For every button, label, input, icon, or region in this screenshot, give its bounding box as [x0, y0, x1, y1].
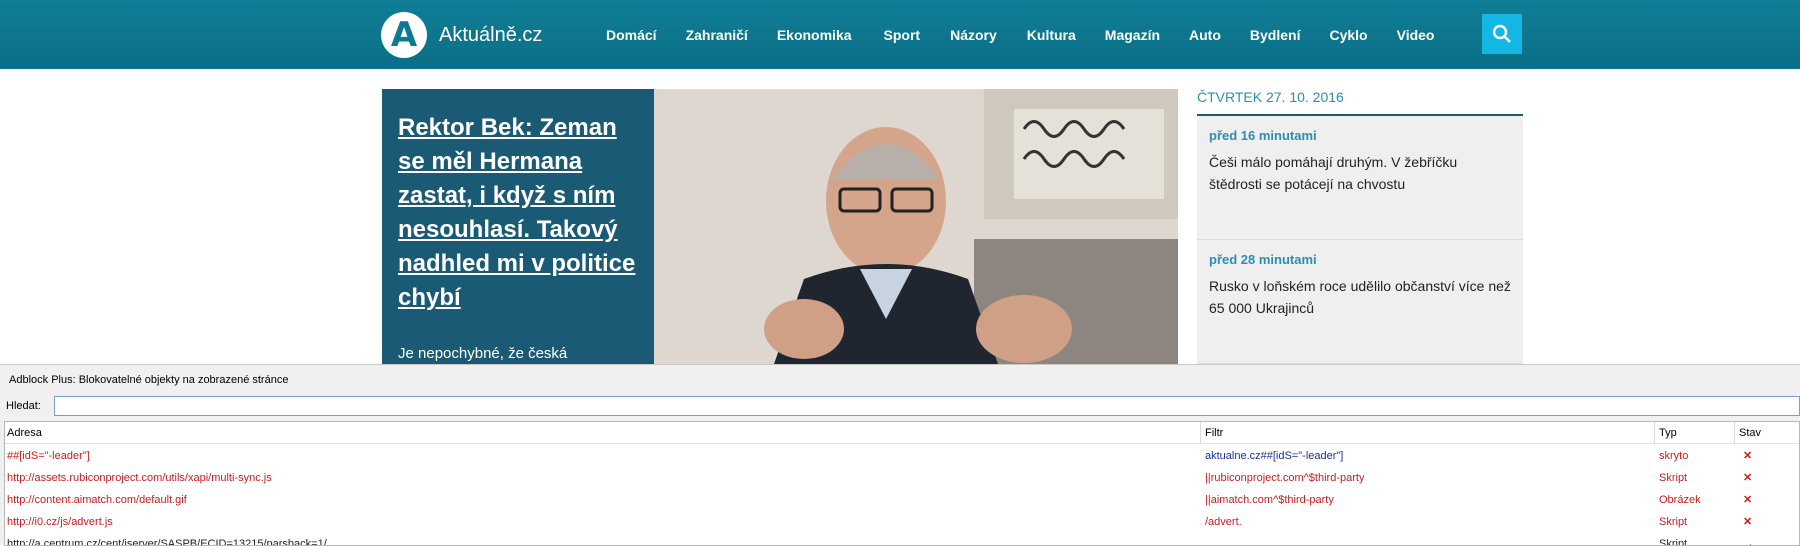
hero-photo[interactable] [654, 89, 1178, 364]
blocked-icon: ✕ [1743, 472, 1753, 484]
table-header: Adresa Filtr Typ Stav [5, 422, 1799, 444]
nav-item-magazin[interactable]: Magazín [1105, 27, 1160, 43]
adblock-panel: Adblock Plus: Blokovatelné objekty na zo… [0, 364, 1800, 546]
blockable-items-table[interactable]: Adresa Filtr Typ Stav ##[idS="-leader"] … [4, 421, 1800, 546]
search-input[interactable] [54, 396, 1800, 416]
column-header-filter[interactable]: Filtr [1203, 422, 1655, 444]
row-filter: ||aimatch.com^$third-party [1205, 494, 1334, 506]
row-filter: ||rubiconproject.com^$third-party [1205, 472, 1365, 484]
row-address: http://i0.cz/js/advert.js [7, 516, 113, 528]
row-address: http://content.aimatch.com/default.gif [7, 494, 187, 506]
search-button[interactable] [1482, 14, 1522, 54]
adblock-panel-title: Adblock Plus: Blokovatelné objekty na zo… [9, 374, 289, 386]
row-filter: aktualne.cz##[idS="-leader"] [1205, 450, 1344, 462]
main-nav: Domácí Zahraničí Ekonomika Sport Názory … [606, 0, 1434, 69]
row-filter: /advert. [1205, 516, 1242, 528]
search-icon [1492, 24, 1511, 43]
blocked-icon: ✕ [1743, 516, 1753, 528]
nav-item-cyklo[interactable]: Cyklo [1329, 27, 1367, 43]
nav-item-nazory[interactable]: Názory [950, 27, 997, 43]
news-title[interactable]: Rusko v loňském roce udělilo občanství v… [1209, 275, 1511, 319]
row-type: Obrázek [1659, 494, 1701, 506]
nav-item-auto[interactable]: Auto [1189, 27, 1221, 43]
nav-item-bydleni[interactable]: Bydlení [1250, 27, 1301, 43]
table-row[interactable]: http://assets.rubiconproject.com/utils/x… [5, 467, 1799, 489]
row-type: Skript [1659, 516, 1688, 528]
row-address: http://a.centrum.cz/cent/iserver/SASPB/E… [7, 538, 327, 546]
nav-item-video[interactable]: Video [1397, 27, 1435, 43]
news-title[interactable]: Češi málo pomáhají druhým. V žebříčku št… [1209, 151, 1511, 195]
hero-perex: Je nepochybné, že česká [398, 345, 568, 362]
column-header-address[interactable]: Adresa [5, 422, 1201, 444]
nav-item-zahranici[interactable]: Zahraničí [686, 27, 748, 43]
table-row[interactable]: ##[idS="-leader"] aktualne.cz##[idS="-le… [5, 445, 1799, 467]
news-item[interactable]: před 28 minutami Rusko v loňském roce ud… [1197, 240, 1523, 364]
arrow-icon: → [1743, 538, 1754, 546]
hero-photo-illustration [654, 89, 1178, 364]
column-header-type[interactable]: Typ [1657, 422, 1735, 444]
hero-text-panel: Rektor Bek: Zeman se měl Hermana zastat,… [382, 89, 654, 364]
row-type: Skript [1659, 472, 1688, 484]
nav-item-sport[interactable]: Sport [884, 27, 921, 43]
nav-item-kultura[interactable]: Kultura [1027, 27, 1076, 43]
column-header-status[interactable]: Stav [1737, 422, 1799, 444]
site-name: Aktuálně.cz [439, 23, 543, 46]
hero-article[interactable]: Rektor Bek: Zeman se měl Hermana zastat,… [382, 89, 1178, 364]
logo-icon: A [381, 12, 427, 58]
hero-headline[interactable]: Rektor Bek: Zeman se měl Hermana zastat,… [398, 111, 640, 315]
news-time: před 28 minutami [1209, 252, 1317, 267]
table-row[interactable]: http://i0.cz/js/advert.js /advert. Skrip… [5, 511, 1799, 533]
nav-item-domaci[interactable]: Domácí [606, 27, 657, 43]
blocked-icon: ✕ [1743, 450, 1753, 462]
news-time: před 16 minutami [1209, 128, 1317, 143]
row-type: skryto [1659, 450, 1689, 462]
site-logo[interactable]: A Aktuálně.cz [381, 12, 542, 58]
row-address: http://assets.rubiconproject.com/utils/x… [7, 472, 272, 484]
search-label: Hledat: [6, 400, 41, 412]
row-address: ##[idS="-leader"] [7, 450, 90, 462]
nav-item-ekonomika[interactable]: Ekonomika [777, 27, 852, 43]
blocked-icon: ✕ [1743, 494, 1753, 506]
sidebar-date: ČTVRTEK 27. 10. 2016 [1197, 89, 1523, 116]
news-sidebar: ČTVRTEK 27. 10. 2016 před 16 minutami Če… [1197, 89, 1523, 364]
news-item[interactable]: před 16 minutami Češi málo pomáhají druh… [1197, 116, 1523, 240]
site-header: A Aktuálně.cz Domácí Zahraničí Ekonomika… [0, 0, 1800, 69]
table-row[interactable]: http://a.centrum.cz/cent/iserver/SASPB/E… [5, 533, 1799, 546]
row-type: Skript [1659, 538, 1688, 546]
table-row[interactable]: http://content.aimatch.com/default.gif |… [5, 489, 1799, 511]
